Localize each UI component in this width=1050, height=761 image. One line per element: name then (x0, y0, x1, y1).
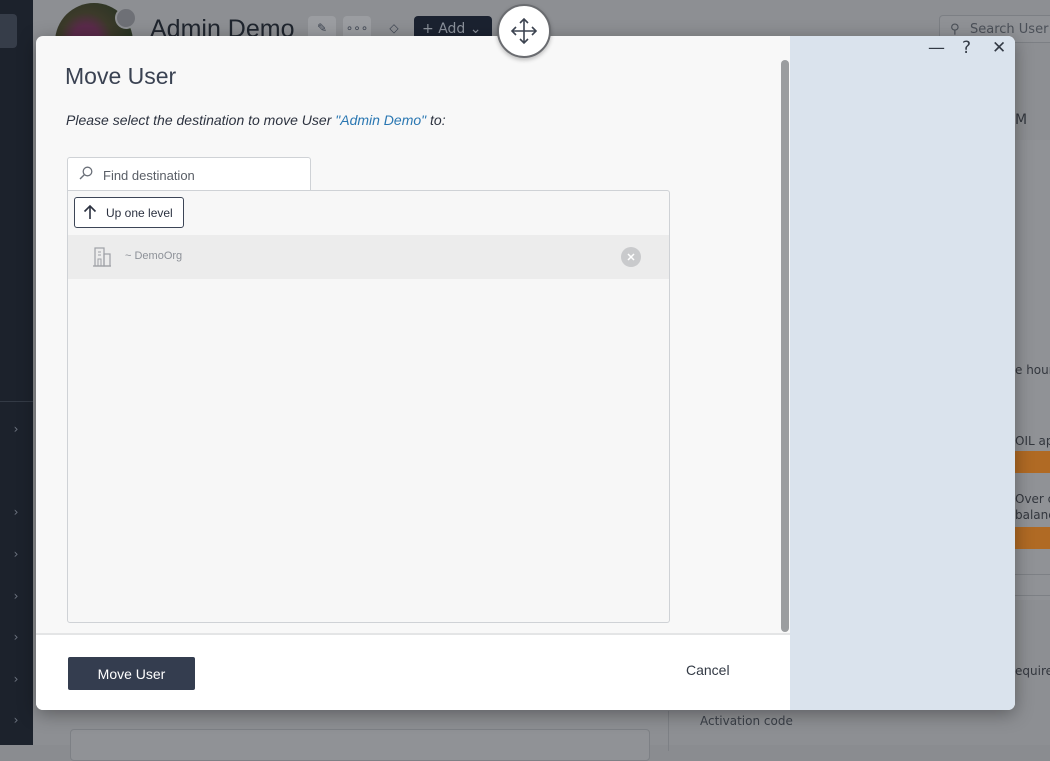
dialog-instruction: Please select the destination to move Us… (66, 112, 446, 128)
destination-name: ~ DemoOrg (125, 250, 183, 262)
dialog-footer: Move User Cancel (36, 635, 790, 710)
move-user-dialog: — ? ✕ Move User Please select the destin… (36, 36, 1015, 710)
user-link[interactable]: "Admin Demo" (335, 112, 426, 128)
avatar-status-dot (115, 7, 137, 29)
destination-tree: Up one level ~ DemoOrg (67, 190, 670, 623)
help-icon[interactable]: ? (962, 38, 971, 58)
minimize-icon[interactable]: — (928, 38, 945, 58)
bg-tab-fragment: M (1015, 112, 1028, 128)
bg-divider (1015, 595, 1050, 596)
close-icon[interactable]: ✕ (992, 38, 1006, 58)
bg-text-fragment: OIL ap (1015, 434, 1050, 448)
bg-progress-bar (1015, 451, 1050, 473)
bg-card (70, 729, 650, 761)
sidebar-active-tab[interactable] (0, 14, 17, 48)
chevron-right-icon[interactable]: › (9, 630, 23, 644)
app-sidebar: › › › › › › › (0, 0, 33, 745)
bg-divider (1015, 574, 1050, 575)
destination-item[interactable]: ~ DemoOrg (68, 235, 669, 279)
sidebar-divider (0, 401, 33, 402)
chevron-right-icon[interactable]: › (9, 547, 23, 561)
arrow-up-icon (83, 204, 97, 219)
move-handle[interactable] (497, 4, 551, 58)
chevron-right-icon[interactable]: › (9, 422, 23, 436)
dialog-side-panel: — ? ✕ (790, 36, 1015, 710)
chevron-right-icon[interactable]: › (9, 589, 23, 603)
activation-code-label: Activation code (700, 714, 793, 728)
bg-text-fragment: equire (1015, 664, 1050, 678)
building-icon (93, 247, 111, 267)
move-user-button[interactable]: Move User (68, 657, 195, 690)
bg-text-fragment: Over c (1015, 492, 1050, 506)
clear-icon[interactable] (621, 247, 641, 267)
cancel-button[interactable]: Cancel (686, 662, 730, 678)
search-icon (79, 166, 93, 180)
bg-progress-bar (1015, 527, 1050, 549)
bg-text-fragment: e hour (1015, 363, 1050, 377)
move-arrows-icon (510, 17, 538, 45)
up-one-level-label: Up one level (106, 206, 173, 220)
chevron-right-icon[interactable]: › (9, 672, 23, 686)
find-destination-box (67, 157, 311, 190)
chevron-right-icon[interactable]: › (9, 713, 23, 727)
bg-divider (668, 711, 669, 751)
find-destination-input[interactable] (101, 164, 305, 186)
up-one-level-button[interactable]: Up one level (74, 197, 184, 228)
bg-text-fragment: balanc (1015, 508, 1050, 522)
chevron-right-icon[interactable]: › (9, 505, 23, 519)
dialog-title: Move User (65, 63, 177, 89)
dialog-scrollbar[interactable] (781, 60, 789, 632)
